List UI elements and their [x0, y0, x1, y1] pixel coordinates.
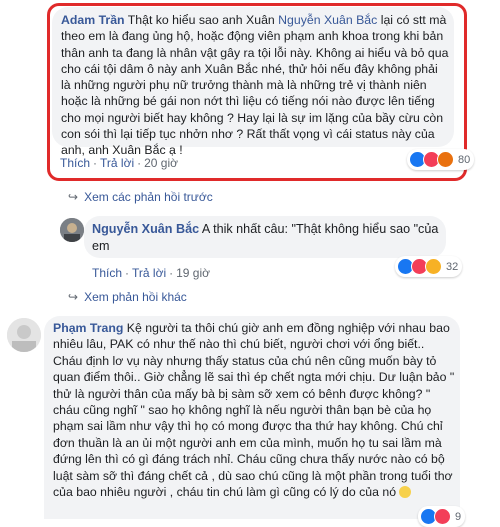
reply-link-reply-1[interactable]: Trả lời	[132, 266, 166, 280]
love-reaction-icon	[434, 508, 451, 525]
avatar-comment-2[interactable]	[7, 318, 41, 352]
like-link-reply-1[interactable]: Thích	[92, 266, 122, 280]
reactions-2[interactable]: 9	[418, 506, 466, 527]
reactions-reply-1[interactable]: 32	[395, 256, 463, 277]
reply-actions-1: Thích · Trả lời · 19 giờ	[92, 266, 210, 280]
comment-body-1b: lại có stt mà theo em là đang ủng hộ, ho…	[61, 13, 449, 158]
like-link-1[interactable]: Thích	[60, 156, 90, 170]
reaction-count-reply-1: 32	[446, 260, 459, 273]
reaction-count-1: 80	[458, 153, 471, 166]
comment-time-1[interactable]: 20 giờ	[144, 156, 178, 170]
comment-author-1[interactable]: Adam Trần	[61, 13, 125, 27]
view-previous-label: Xem các phản hồi trước	[84, 190, 213, 204]
comment-actions-1: Thích · Trả lời · 20 giờ	[60, 156, 178, 170]
view-more-label: Xem phản hồi khác	[84, 290, 187, 304]
angry-reaction-icon	[437, 151, 454, 168]
smile-emoji-icon	[399, 486, 412, 499]
view-previous-replies[interactable]: ↪ Xem các phản hồi trước	[68, 190, 213, 204]
reply-time-1[interactable]: 19 giờ	[176, 266, 210, 280]
avatar-reply-1[interactable]	[60, 218, 84, 242]
sad-reaction-icon	[425, 258, 442, 275]
reply-text-1: Nguyễn Xuân Bắc A thik nhất câu: "Thật k…	[92, 221, 442, 255]
comment-mention-1[interactable]: Nguyễn Xuân Bắc	[278, 13, 377, 27]
reply-arrow-icon: ↪	[68, 190, 79, 204]
view-more-replies[interactable]: ↪ Xem phản hồi khác	[68, 290, 187, 304]
comment-body-2: Kệ người ta thôi chú giờ anh em đồng ngh…	[53, 321, 455, 500]
comment-text-2: Phạm Trang Kệ người ta thôi chú giờ anh …	[53, 320, 455, 500]
reply-link-1[interactable]: Trả lời	[100, 156, 134, 170]
comment-body-1a: Thật ko hiểu sao anh Xuân	[124, 13, 279, 27]
comment-author-2[interactable]: Phạm Trang	[53, 321, 123, 335]
reply-author-1[interactable]: Nguyễn Xuân Bắc	[92, 222, 199, 236]
reactions-1[interactable]: 80	[407, 149, 475, 170]
comment-text-1: Adam Trần Thật ko hiểu sao anh Xuân Nguy…	[61, 12, 449, 159]
reaction-count-2: 9	[455, 510, 462, 523]
reply-arrow-icon: ↪	[68, 290, 79, 304]
